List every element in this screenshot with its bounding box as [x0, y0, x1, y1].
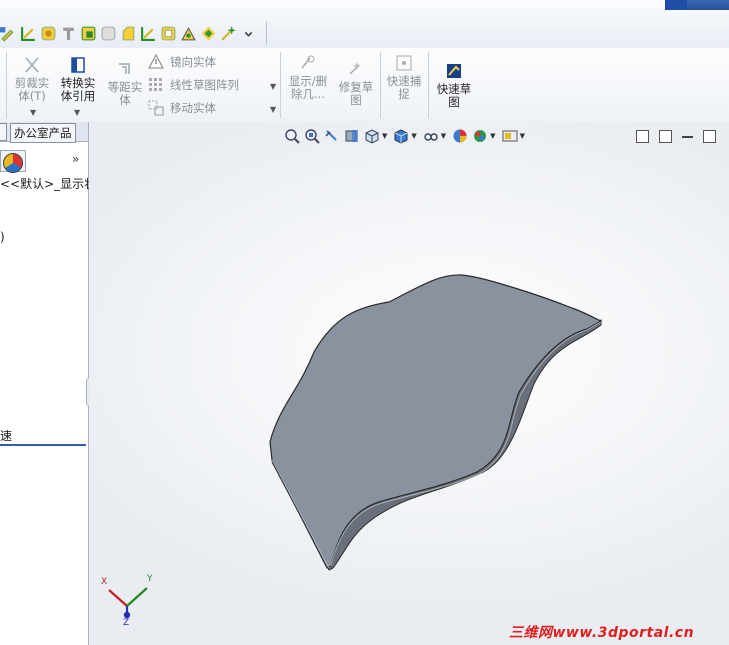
part-top-face	[269, 274, 603, 569]
y-axis-line	[126, 587, 148, 607]
quick-snaps-button[interactable]: 快速捕 捉	[383, 54, 425, 101]
sheet-metal-part[interactable]	[89, 122, 729, 645]
chevron-down-icon[interactable]: ▼	[270, 82, 276, 91]
smart-dimension-icon[interactable]	[20, 25, 37, 42]
feature-5-icon[interactable]	[120, 25, 137, 42]
offset-entities-button[interactable]: 等距实 体	[103, 60, 147, 107]
chevron-down-icon[interactable]: ▼	[270, 105, 276, 114]
top-toolbar	[0, 0, 729, 49]
sketch-tools-row	[0, 21, 267, 45]
move-icon	[148, 100, 164, 116]
tab-stub[interactable]	[0, 123, 7, 141]
sketch-edit-icon[interactable]	[0, 25, 17, 42]
tree-item-speed[interactable]: 速	[0, 427, 12, 444]
tab-office-products[interactable]: 办公室产品	[10, 123, 76, 143]
feature-6-icon[interactable]	[140, 25, 157, 42]
convert-entities-icon	[71, 57, 85, 73]
sparkle-tool-icon[interactable]	[220, 25, 237, 42]
feature-7-icon[interactable]	[160, 25, 177, 42]
feature-2-icon[interactable]	[60, 25, 77, 42]
expand-more-icon[interactable]: »	[72, 152, 79, 166]
mirror-icon	[148, 54, 164, 69]
show-delete-relations-button[interactable]: 显示/删 除几...	[285, 54, 331, 101]
appearance-button[interactable]	[0, 150, 26, 173]
repair-icon	[349, 62, 361, 75]
sketch-ribbon: 剪裁实 体(T) ▼ 转换实 体引用 ▼ 等距实 体 镜向实体 线性草图阵列 ▼…	[0, 48, 729, 123]
offset-icon	[119, 63, 130, 74]
configuration-display-state[interactable]: <<默认>_显示状	[0, 175, 96, 192]
site-watermark: 三维网www.3dportal.cn	[509, 625, 695, 641]
coordinate-triad: X Y Z	[101, 574, 153, 625]
feature-3-icon[interactable]	[80, 25, 97, 42]
title-bar-corner	[665, 0, 729, 10]
trim-entities-button[interactable]: 剪裁实 体(T)	[10, 56, 54, 103]
y-axis-label: Y	[146, 574, 153, 584]
chevron-down-icon[interactable]: ▼	[30, 108, 36, 117]
ribbon-divider	[6, 52, 7, 118]
ribbon-divider	[280, 52, 281, 118]
tree-item-fragment: )	[0, 230, 5, 244]
feature-1-icon[interactable]	[40, 25, 57, 42]
rapid-sketch-button[interactable]: 快速草 图	[432, 62, 476, 109]
graphics-area[interactable]: ▼ ▼ ▼ ▼ ▼ X Y Z 三维网www.3dportal.cn	[89, 122, 729, 645]
panel-divider	[0, 444, 86, 446]
chevron-down-icon[interactable]: ▼	[74, 108, 80, 117]
chevron-down-icon[interactable]	[240, 25, 257, 42]
linear-pattern-button[interactable]: 线性草图阵列	[148, 77, 239, 93]
z-axis-label: Z	[123, 618, 129, 625]
ribbon-divider	[428, 52, 429, 118]
back-tab[interactable]	[665, 0, 687, 10]
x-axis-line	[108, 589, 128, 607]
convert-entities-button[interactable]: 转换实 体引用	[56, 56, 100, 103]
feature-8-icon[interactable]	[180, 25, 197, 42]
panel-toolbar: »	[0, 150, 88, 173]
ribbon-divider	[380, 52, 381, 118]
quick-snap-icon	[396, 55, 412, 71]
feature-9-icon[interactable]	[200, 25, 217, 42]
feature-4-icon[interactable]	[100, 25, 117, 42]
linear-pattern-icon	[149, 78, 162, 91]
repair-sketch-button[interactable]: 修复草 图	[334, 60, 378, 107]
toolbar-divider	[266, 21, 267, 45]
appearance-sphere-icon	[3, 153, 23, 173]
relations-icon	[301, 55, 315, 69]
rapid-sketch-icon	[447, 64, 461, 78]
x-axis-label: X	[101, 577, 107, 587]
trim-icon	[25, 57, 39, 73]
move-entities-button[interactable]: 移动实体	[148, 100, 216, 116]
feature-manager-panel: 办公室产品 » <<默认>_显示状 ) 速	[0, 122, 96, 645]
panel-tabs: 办公室产品	[0, 122, 88, 143]
mirror-entities-button[interactable]: 镜向实体	[148, 54, 216, 70]
